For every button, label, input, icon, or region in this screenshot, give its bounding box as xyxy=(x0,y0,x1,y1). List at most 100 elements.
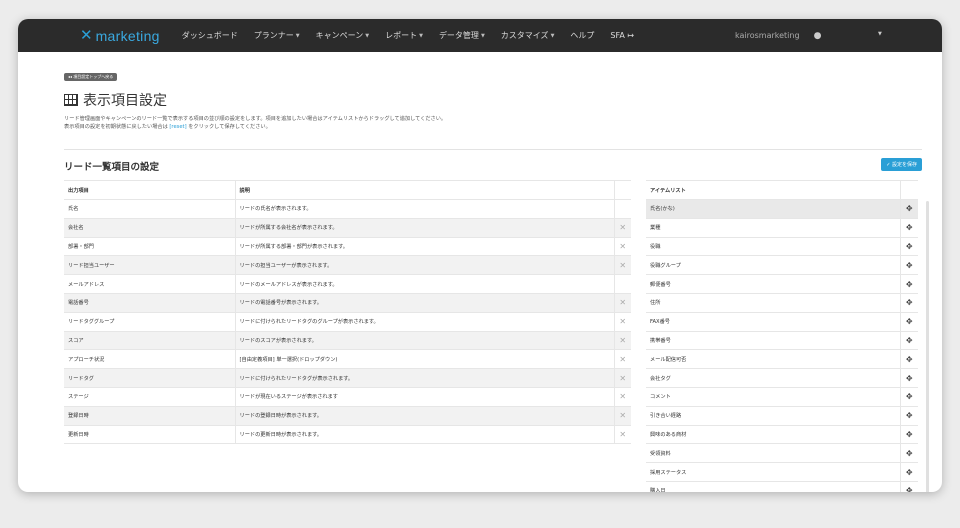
caret-down-icon: ▼ xyxy=(550,32,555,39)
list-item[interactable]: FAX番号 ✥ xyxy=(646,312,918,332)
table-row[interactable]: リード担当ユーザー リードの担当ユーザーが表示されます。 ✕ xyxy=(64,255,631,276)
remove-icon[interactable]: ✕ xyxy=(613,349,631,370)
item-list-table: アイテムリスト 氏名(かな) ✥ 業種 ✥ 役職 ✥ 役職グループ ✥ 郵便番号 ✥ 住所 ✥ FAX番… xyxy=(646,180,918,492)
item-label: 受領資料 xyxy=(646,443,900,464)
move-handle-icon[interactable]: ✥ xyxy=(899,425,918,445)
remove-icon[interactable]: ✕ xyxy=(613,255,631,276)
nav-item[interactable]: カスタマイズ ▼ xyxy=(501,30,555,41)
item-label: 氏名(かな) xyxy=(646,199,900,219)
list-item[interactable]: 興味のある商材 ✥ xyxy=(646,425,918,445)
move-handle-icon[interactable]: ✥ xyxy=(899,312,918,332)
remove-icon[interactable]: ✕ xyxy=(613,331,631,351)
field-name: リードタグ xyxy=(64,368,235,388)
field-description: リードが所属する部署・部門が表示されます。 xyxy=(234,237,614,257)
reset-link[interactable]: [reset] xyxy=(169,124,186,130)
move-handle-icon[interactable]: ✥ xyxy=(899,406,918,426)
nav-item[interactable]: SFA ↦ xyxy=(610,31,634,40)
nav-item[interactable]: レポート ▼ xyxy=(385,30,423,41)
move-handle-icon[interactable]: ✥ xyxy=(899,368,918,388)
list-item[interactable]: 携帯番号 ✥ xyxy=(646,331,918,351)
logo[interactable]: ✕ marketing xyxy=(80,28,160,44)
table-row[interactable]: 氏名 リードの氏名が表示されます。 xyxy=(64,199,631,219)
nav-item-label: SFA ↦ xyxy=(610,31,635,40)
user-menu[interactable]: kairosmarketing ● xyxy=(735,19,821,52)
table-row[interactable]: 更新日時 リードの更新日時が表示されます。 ✕ xyxy=(64,425,631,445)
description-text: をクリックして保存してください。 xyxy=(186,124,271,130)
chevron-down-icon[interactable]: ▼ xyxy=(878,31,882,37)
remove-icon[interactable]: ✕ xyxy=(613,293,631,313)
list-item[interactable]: 引き合い経路 ✥ xyxy=(646,406,918,426)
nav-item[interactable]: ヘルプ xyxy=(570,30,594,41)
remove-icon[interactable]: ✕ xyxy=(613,218,631,238)
move-handle-icon[interactable]: ✥ xyxy=(899,199,918,219)
back-button[interactable]: ◂◂ 項目設定トップへ戻る xyxy=(64,73,118,81)
field-description: リードに付けられたリードタグが表示されます。 xyxy=(234,368,614,388)
empty-cell xyxy=(613,274,631,294)
caret-down-icon: ▼ xyxy=(365,32,370,39)
move-handle-icon[interactable]: ✥ xyxy=(899,387,918,407)
page-title-text: 表示項目設定 xyxy=(83,93,167,109)
save-settings-button[interactable]: ✓ 設定を保存 xyxy=(881,158,922,171)
list-item[interactable]: 受領資料 ✥ xyxy=(646,443,918,464)
move-handle-icon[interactable]: ✥ xyxy=(899,481,918,492)
list-item[interactable]: 郵便番号 ✥ xyxy=(646,274,918,294)
nav-item[interactable]: キャンペーン ▼ xyxy=(316,30,369,41)
list-item[interactable]: 役職 ✥ xyxy=(646,237,918,257)
table-row[interactable]: 会社名 リードが所属する会社名が表示されます。 ✕ xyxy=(64,218,631,238)
field-name: 会社名 xyxy=(64,218,235,238)
nav-item[interactable]: ダッシュボード xyxy=(182,30,238,41)
list-item[interactable]: 採用ステータス ✥ xyxy=(646,462,918,482)
nav-item-label: データ管理 xyxy=(438,31,479,40)
remove-icon[interactable]: ✕ xyxy=(613,406,631,426)
move-handle-icon[interactable]: ✥ xyxy=(899,274,918,294)
table-row[interactable]: アプローチ状況 [自由定義項目] 単一選択(ドロップダウン) ✕ xyxy=(64,349,631,370)
item-label: FAX番号 xyxy=(646,312,900,332)
table-row[interactable]: ステージ リードが現在いるステージが表示されます ✕ xyxy=(64,387,631,407)
field-name: 電話番号 xyxy=(64,293,235,313)
list-item[interactable]: 氏名(かな) ✥ xyxy=(646,199,918,219)
list-item[interactable]: 住所 ✥ xyxy=(646,293,918,313)
nav-item-label: レポート xyxy=(385,31,418,40)
list-item[interactable]: 購入日 ✥ xyxy=(646,481,918,492)
item-label: 郵便番号 xyxy=(646,274,900,294)
field-name: リード担当ユーザー xyxy=(64,255,235,276)
remove-icon[interactable]: ✕ xyxy=(613,237,631,257)
list-item[interactable]: コメント ✥ xyxy=(646,387,918,407)
remove-icon[interactable]: ✕ xyxy=(613,387,631,407)
list-item[interactable]: メール配信可否 ✥ xyxy=(646,349,918,370)
remove-icon[interactable]: ✕ xyxy=(613,425,631,445)
remove-icon[interactable]: ✕ xyxy=(613,312,631,332)
main-content: ◂◂ 項目設定トップへ戻る 表示項目設定 リード管理画面やキャンペーンのリード一… xyxy=(64,63,929,492)
move-handle-icon[interactable]: ✥ xyxy=(899,255,918,276)
table-row[interactable]: スコア リードのスコアが表示されます。 ✕ xyxy=(64,331,631,351)
table-row[interactable]: 登録日時 リードの登録日時が表示されます。 ✕ xyxy=(64,406,631,426)
move-handle-icon[interactable]: ✥ xyxy=(899,443,918,464)
table-row[interactable]: 電話番号 リードの電話番号が表示されます。 ✕ xyxy=(64,293,631,313)
move-handle-icon[interactable]: ✥ xyxy=(899,218,918,238)
item-label: メール配信可否 xyxy=(646,349,900,370)
move-handle-icon[interactable]: ✥ xyxy=(899,293,918,313)
remove-icon[interactable]: ✕ xyxy=(613,368,631,388)
list-item[interactable]: 役職グループ ✥ xyxy=(646,255,918,276)
nav-item[interactable]: プランナー ▼ xyxy=(254,30,300,41)
move-handle-icon[interactable]: ✥ xyxy=(899,237,918,257)
field-description: リードのメールアドレスが表示されます。 xyxy=(234,274,614,294)
table-row[interactable]: リードタググループ リードに付けられたリードタグのグループが表示されます。 ✕ xyxy=(64,312,631,332)
item-label: 採用ステータス xyxy=(646,462,900,482)
nav-item[interactable]: データ管理 ▼ xyxy=(439,30,485,41)
move-handle-icon[interactable]: ✥ xyxy=(899,331,918,351)
table-row[interactable]: メールアドレス リードのメールアドレスが表示されます。 xyxy=(64,274,631,294)
field-description: リードの氏名が表示されます。 xyxy=(234,199,614,219)
caret-down-icon: ▼ xyxy=(480,32,485,39)
column-header-description: 説明 xyxy=(234,180,614,200)
scrollbar[interactable] xyxy=(926,201,929,492)
list-item[interactable]: 業種 ✥ xyxy=(646,218,918,238)
table-row[interactable]: リードタグ リードに付けられたリードタグが表示されます。 ✕ xyxy=(64,368,631,388)
list-item[interactable]: 会社タグ ✥ xyxy=(646,368,918,388)
field-description: リードに付けられたリードタグのグループが表示されます。 xyxy=(234,312,614,332)
nav-item-label: ダッシュボード xyxy=(181,31,238,40)
item-label: 業種 xyxy=(646,218,900,238)
move-handle-icon[interactable]: ✥ xyxy=(899,349,918,370)
move-handle-icon[interactable]: ✥ xyxy=(899,462,918,482)
table-row[interactable]: 部署・部門 リードが所属する部署・部門が表示されます。 ✕ xyxy=(64,237,631,257)
